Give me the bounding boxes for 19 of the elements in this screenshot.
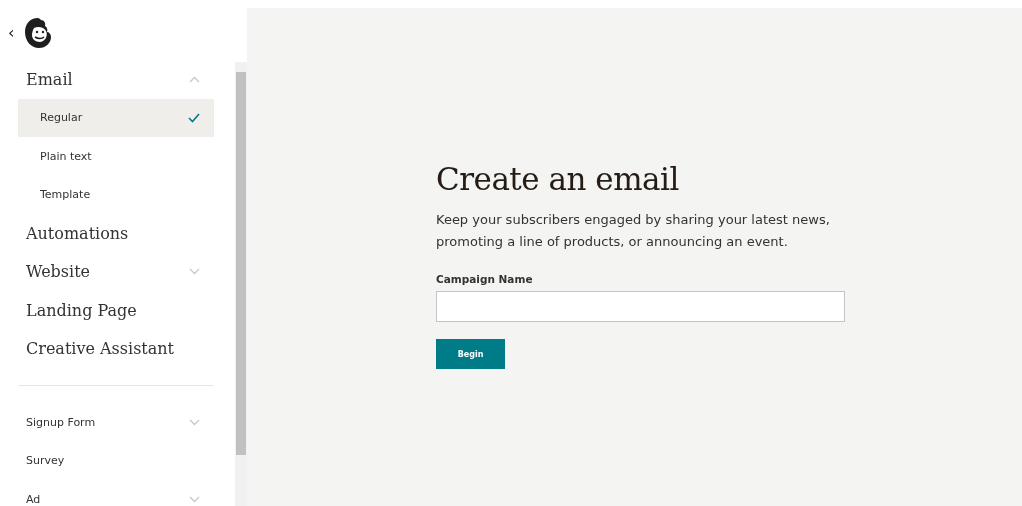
check-icon: [188, 112, 200, 123]
sidebar-item[interactable]: Landing Page: [18, 291, 214, 330]
sidebar-item[interactable]: Email: [18, 60, 214, 99]
page-title: Create an email: [436, 161, 679, 197]
field-label: Campaign Name: [436, 273, 533, 285]
sidebar-item[interactable]: Creative Assistant: [18, 329, 214, 368]
back-button[interactable]: ‹: [8, 25, 15, 41]
campaign-name-field[interactable]: [436, 291, 845, 322]
sidebar-subitem[interactable]: Plain text: [18, 137, 214, 176]
sidebar-subitem[interactable]: Regular: [18, 98, 214, 137]
description: Keep your subscribers engaged by sharing your latest news, promoting a line of products, or announcing an event.: [436, 211, 831, 251]
sidebar-item[interactable]: Website: [18, 252, 214, 291]
begin-button[interactable]: Begin: [436, 339, 505, 369]
sidebar-item[interactable]: Signup Form: [18, 403, 214, 442]
scrollbar[interactable]: [235, 62, 247, 506]
sidebar-item[interactable]: Automations: [18, 214, 214, 253]
sidebar-item[interactable]: Survey: [18, 441, 214, 480]
sidebar-item[interactable]: Ad: [18, 480, 214, 506]
sidebar-subitem[interactable]: Template: [18, 175, 214, 214]
